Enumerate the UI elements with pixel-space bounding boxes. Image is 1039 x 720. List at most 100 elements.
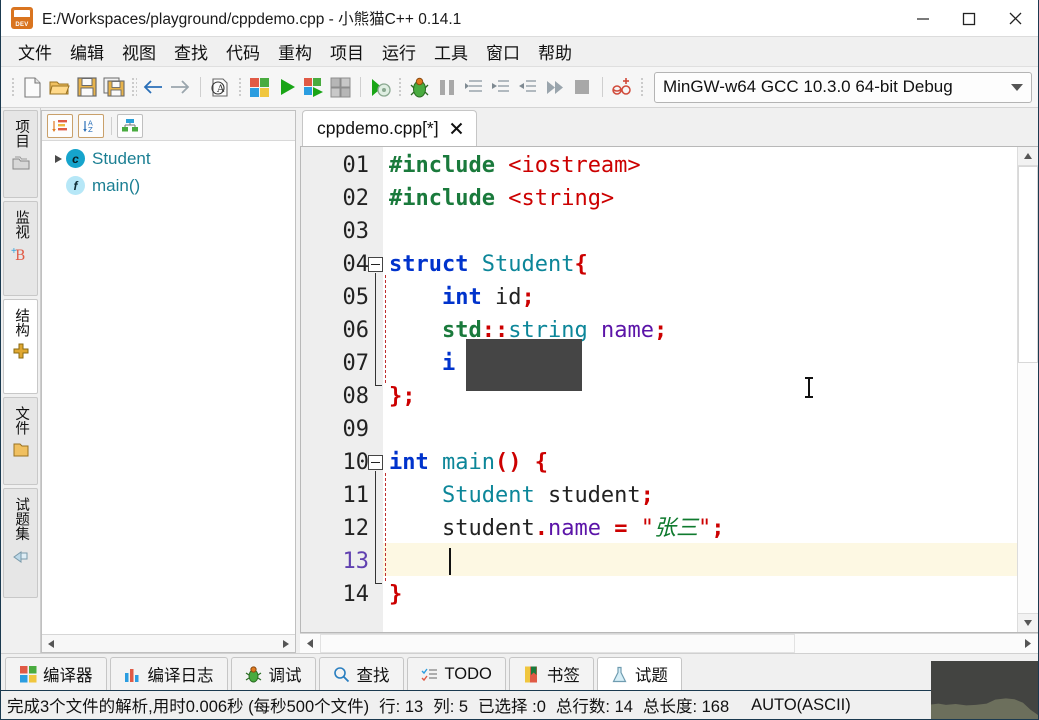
options-icon[interactable] xyxy=(368,72,393,102)
code-token xyxy=(389,285,442,310)
save-icon[interactable] xyxy=(74,72,99,102)
scroll-left-icon[interactable] xyxy=(300,634,320,653)
toolbar-grip-2[interactable] xyxy=(130,76,136,98)
hscrollbar-track[interactable] xyxy=(320,634,1018,653)
menu-edit[interactable]: 编辑 xyxy=(61,37,113,66)
show-inherited-icon[interactable] xyxy=(117,114,143,138)
code-token xyxy=(389,351,442,376)
scroll-right-icon[interactable] xyxy=(1018,634,1038,653)
editor-hscrollbar[interactable] xyxy=(300,633,1038,653)
continue-icon[interactable] xyxy=(543,72,568,102)
sidebar-item-files[interactable]: 文件 xyxy=(3,397,38,485)
compile-run-icon[interactable] xyxy=(301,72,326,102)
new-file-icon[interactable] xyxy=(20,72,45,102)
tab-cppdemo-cpp[interactable]: cppdemo.cpp[*] xyxy=(302,110,477,146)
close-icon[interactable] xyxy=(449,121,464,136)
scroll-up-icon[interactable] xyxy=(1018,147,1038,166)
menu-project[interactable]: 项目 xyxy=(321,37,373,66)
bottom-tab-compiler[interactable]: 编译器 xyxy=(5,657,107,690)
line-number: 11 xyxy=(301,479,369,512)
bottom-tab-todo[interactable]: TODO xyxy=(407,657,506,690)
toolbar-grip-3[interactable] xyxy=(237,76,243,98)
line-number: 01 xyxy=(301,149,369,182)
tree-item-student[interactable]: c Student xyxy=(42,145,295,172)
fold-marker-main[interactable] xyxy=(368,455,383,470)
run-icon[interactable] xyxy=(274,72,299,102)
chevron-right-icon[interactable] xyxy=(50,154,66,164)
code-token: #include xyxy=(389,153,495,178)
menu-tools[interactable]: 工具 xyxy=(425,37,477,66)
sidebar-item-files-label: 文件 xyxy=(13,406,28,435)
rebuild-icon[interactable] xyxy=(328,72,353,102)
menu-search[interactable]: 查找 xyxy=(165,37,217,66)
function-badge-icon: f xyxy=(66,176,85,195)
structure-panel-hscrollbar[interactable] xyxy=(42,634,295,652)
maximize-icon[interactable] xyxy=(946,0,992,37)
menu-view[interactable]: 视图 xyxy=(113,37,165,66)
code-line-01: #include <iostream> xyxy=(383,149,1017,182)
toolbar-grip[interactable] xyxy=(10,76,16,98)
compiler-icon xyxy=(19,665,37,683)
app-dev-icon xyxy=(11,7,33,29)
step-into-icon[interactable] xyxy=(489,72,514,102)
menu-file[interactable]: 文件 xyxy=(9,37,61,66)
compile-icon[interactable] xyxy=(247,72,272,102)
sidebar-item-structure[interactable]: 结构 xyxy=(3,299,38,394)
bottom-tab-search[interactable]: 查找 xyxy=(319,657,404,690)
find-icon[interactable]: A xyxy=(208,72,233,102)
code-editor[interactable]: 01 02 03 04 05 06 07 08 09 10 11 12 13 1… xyxy=(301,147,1017,632)
add-watch-icon[interactable] xyxy=(610,72,635,102)
scroll-right-icon[interactable] xyxy=(278,639,294,649)
debug-icon[interactable] xyxy=(407,72,432,102)
sidebar-item-project-label: 项目 xyxy=(13,119,28,148)
code-token xyxy=(627,516,640,541)
bottom-tab-compile-log[interactable]: 编译日志 xyxy=(110,657,228,690)
hscrollbar-thumb[interactable] xyxy=(320,634,795,653)
back-arrow-icon[interactable] xyxy=(141,72,166,102)
forward-arrow-icon[interactable] xyxy=(168,72,193,102)
minimize-icon[interactable] xyxy=(900,0,946,37)
toolbar-grip-5[interactable] xyxy=(639,76,645,98)
scroll-down-icon[interactable] xyxy=(1018,613,1038,632)
bottom-tab-problems[interactable]: 试题 xyxy=(597,657,682,690)
code-token: " xyxy=(698,516,711,541)
save-all-icon[interactable] xyxy=(101,72,126,102)
compile-log-icon xyxy=(124,665,142,683)
sidebar-item-watch[interactable]: 监视 B+ xyxy=(3,201,38,296)
tree-item-main[interactable]: f main() xyxy=(42,172,295,199)
code-token: ; xyxy=(711,516,724,541)
search-icon xyxy=(333,665,351,683)
status-total-lines: 总行数: 14 xyxy=(556,693,633,717)
tab-cppdemo-cpp-label: cppdemo.cpp[*] xyxy=(317,118,439,139)
scroll-left-icon[interactable] xyxy=(43,639,59,649)
compiler-set-combobox[interactable]: MinGW-w64 GCC 10.3.0 64-bit Debug xyxy=(654,72,1032,103)
fold-marker-struct[interactable] xyxy=(368,257,383,272)
sort-alphabetical-icon[interactable]: AZ xyxy=(78,114,104,138)
close-icon[interactable] xyxy=(992,0,1038,37)
menu-run[interactable]: 运行 xyxy=(373,37,425,66)
menu-refactor[interactable]: 重构 xyxy=(269,37,321,66)
menu-help[interactable]: 帮助 xyxy=(529,37,581,66)
vscrollbar-thumb[interactable] xyxy=(1018,166,1038,363)
vscrollbar-track[interactable] xyxy=(1018,166,1038,613)
pause-icon[interactable] xyxy=(434,72,459,102)
open-folder-icon[interactable] xyxy=(47,72,72,102)
bottom-tab-compiler-label: 编译器 xyxy=(43,662,93,686)
sidebar-item-problem-set[interactable]: 试题集 xyxy=(3,488,38,598)
step-out-icon[interactable] xyxy=(516,72,541,102)
stop-icon[interactable] xyxy=(570,72,595,102)
editor-vscrollbar[interactable] xyxy=(1017,147,1037,632)
status-bar: 完成3个文件的解析,用时0.006秒 (每秒500个文件) 行: 13 列: 5… xyxy=(1,690,1038,719)
bottom-tab-bookmark[interactable]: 书签 xyxy=(509,657,594,690)
sort-by-order-icon[interactable] xyxy=(47,114,73,138)
line-number: 03 xyxy=(301,215,369,248)
step-over-icon[interactable] xyxy=(462,72,487,102)
sidebar-item-project[interactable]: 项目 xyxy=(3,110,38,198)
menu-code[interactable]: 代码 xyxy=(217,37,269,66)
completion-popup-overlay[interactable] xyxy=(466,339,582,391)
status-encoding: AUTO(ASCII) xyxy=(751,696,851,715)
code-token: ; xyxy=(402,384,415,409)
bottom-tab-debug[interactable]: 调试 xyxy=(231,657,316,690)
toolbar-grip-4[interactable] xyxy=(397,76,403,98)
menu-window[interactable]: 窗口 xyxy=(477,37,529,66)
